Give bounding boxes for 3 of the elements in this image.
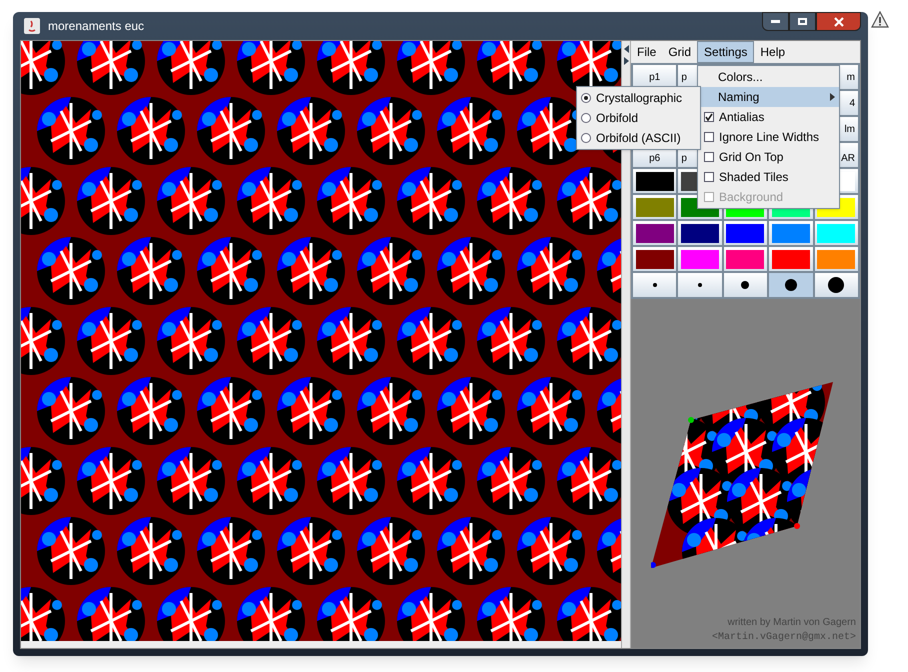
author-email: <Martin.vGagern@gmx.net> <box>712 630 856 645</box>
author-credit: written by Martin von Gagern <box>728 616 856 630</box>
window-title: morenaments euc <box>48 18 144 35</box>
